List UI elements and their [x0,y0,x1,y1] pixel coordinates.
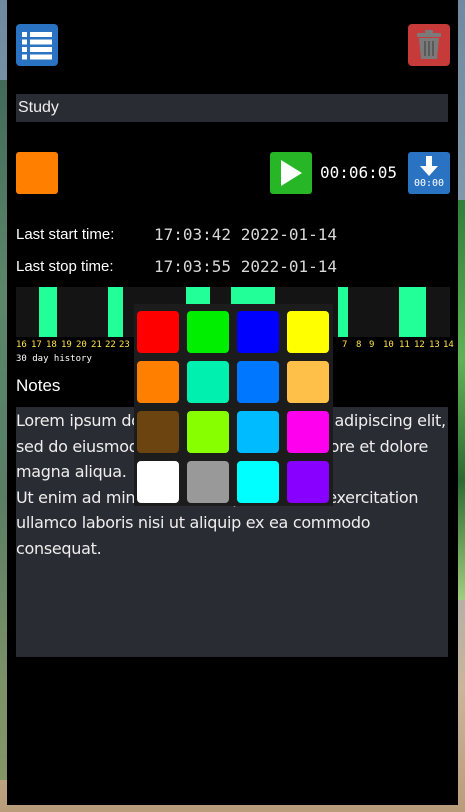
task-panel: Study 00:06:05 00:00 Last start time: 17… [7,0,458,805]
color-swatch-light-orange[interactable] [287,361,329,403]
color-swatch-blue[interactable] [237,311,279,353]
last-stop-label: Last stop time: [16,258,114,275]
color-swatch-aquamarine[interactable] [187,361,229,403]
day-label: 10 [383,340,394,350]
day-label: 12 [414,340,425,350]
day-label: 21 [91,340,102,350]
day-label: 14 [443,340,454,350]
day-label: 16 [16,340,27,350]
color-swatch-gray[interactable] [187,461,229,503]
color-swatch-magenta[interactable] [287,411,329,453]
trash-icon [417,30,441,59]
color-swatch-orange[interactable] [137,361,179,403]
task-color-button[interactable] [16,152,58,194]
play-icon [281,160,302,186]
day-label: 9 [369,340,375,350]
elapsed-timer: 00:06:05 [320,163,398,182]
history-caption: 30 day history [16,354,92,364]
color-swatch-green[interactable] [187,311,229,353]
list-icon [22,32,52,60]
day-label: 18 [46,340,57,350]
last-start-label: Last start time: [16,226,115,243]
notes-heading: Notes [16,376,61,395]
last-start-value: 17:03:42 2022-01-14 [154,225,338,244]
download-button[interactable]: 00:00 [408,152,450,194]
color-swatch-violet[interactable] [287,461,329,503]
list-button[interactable] [16,24,58,66]
delete-button[interactable] [408,24,450,66]
color-picker-popup [134,304,333,506]
day-label: 17 [31,340,42,350]
history-bar [108,287,123,337]
history-bar [338,287,348,337]
day-label: 11 [399,340,410,350]
history-bar [39,287,57,337]
day-label: 7 [342,340,348,350]
last-stop-value: 17:03:55 2022-01-14 [154,257,338,276]
play-button[interactable] [270,152,312,194]
color-swatch-white[interactable] [137,461,179,503]
color-swatch-sky-blue[interactable] [237,411,279,453]
day-label: 20 [76,340,87,350]
download-arrow-icon [420,156,438,176]
task-title-field[interactable]: Study [16,94,448,122]
history-bar [399,287,426,337]
day-label: 23 [119,340,130,350]
day-label: 22 [105,340,116,350]
color-swatch-lime[interactable] [187,411,229,453]
color-swatch-azure[interactable] [237,361,279,403]
download-time-label: 00:00 [413,178,445,189]
color-swatch-yellow[interactable] [287,311,329,353]
color-swatch-red[interactable] [137,311,179,353]
color-swatch-cyan[interactable] [237,461,279,503]
day-label: 8 [356,340,362,350]
day-label: 13 [429,340,440,350]
color-swatch-brown[interactable] [137,411,179,453]
day-label: 19 [61,340,72,350]
